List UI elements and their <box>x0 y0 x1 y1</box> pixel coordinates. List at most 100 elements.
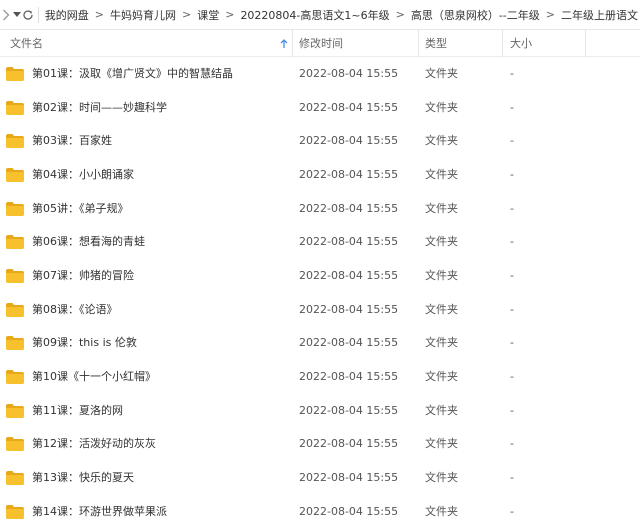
folder-icon <box>6 235 24 250</box>
folder-icon <box>6 268 24 283</box>
folder-icon <box>6 66 24 81</box>
file-row[interactable]: 第03课：百家姓 2022-08-04 15:55 文件夹 - <box>0 124 640 158</box>
column-header-size[interactable]: 大小 <box>510 30 532 57</box>
file-name[interactable]: 第07课：帅猪的冒险 <box>32 269 134 283</box>
caret-down-icon <box>13 11 22 17</box>
file-size: - <box>510 201 514 215</box>
file-row[interactable]: 第12课：活泼好动的灰灰 2022-08-04 15:55 文件夹 - <box>0 428 640 462</box>
file-row[interactable]: 第02课：时间——妙趣科学 2022-08-04 15:55 文件夹 - <box>0 91 640 125</box>
file-name[interactable]: 第02课：时间——妙趣科学 <box>32 101 167 115</box>
modified-time: 2022-08-04 15:55 <box>299 471 399 485</box>
file-row[interactable]: 第08课：《论语》 2022-08-04 15:55 文件夹 - <box>0 293 640 327</box>
file-type: 文件夹 <box>425 403 458 417</box>
folder-icon <box>6 504 24 519</box>
breadcrumb-chevron-icon: > <box>545 8 555 21</box>
refresh-icon <box>23 9 33 20</box>
breadcrumb-item[interactable]: 课堂 <box>195 7 221 23</box>
folder-icon <box>6 437 24 452</box>
folder-icon <box>6 471 24 486</box>
folder-icon <box>6 370 24 385</box>
file-name[interactable]: 第14课：环游世界做苹果派 <box>32 505 167 519</box>
file-type: 文件夹 <box>425 336 458 350</box>
breadcrumb-item[interactable]: 20220804-高思语文1~6年级 <box>238 7 391 23</box>
file-row[interactable]: 第13课：快乐的夏天 2022-08-04 15:55 文件夹 - <box>0 461 640 495</box>
file-size: - <box>510 370 514 384</box>
column-divider[interactable] <box>418 30 419 57</box>
file-size: - <box>510 134 514 148</box>
modified-time: 2022-08-04 15:55 <box>299 201 399 215</box>
file-type: 文件夹 <box>425 235 458 249</box>
file-type: 文件夹 <box>425 167 458 181</box>
file-size: - <box>510 268 514 282</box>
file-size: - <box>510 302 514 316</box>
modified-time: 2022-08-04 15:55 <box>299 504 399 518</box>
file-name[interactable]: 第13课：快乐的夏天 <box>32 471 134 485</box>
file-name[interactable]: 第06课：想看海的青蛙 <box>32 235 145 249</box>
file-name[interactable]: 第12课：活泼好动的灰灰 <box>32 437 156 451</box>
modified-time: 2022-08-04 15:55 <box>299 100 399 114</box>
file-name[interactable]: 第03课：百家姓 <box>32 134 112 148</box>
column-header-type[interactable]: 类型 <box>425 30 447 57</box>
file-size: - <box>510 167 514 181</box>
breadcrumb-item[interactable]: 牛妈妈育儿网 <box>108 7 178 23</box>
folder-icon <box>6 167 24 182</box>
forward-button[interactable] <box>0 0 13 29</box>
file-row[interactable]: 第01课：汲取《增广贤文》中的智慧结晶 2022-08-04 15:55 文件夹 - <box>0 57 640 91</box>
breadcrumb-item[interactable]: 我的网盘 <box>43 7 91 23</box>
file-size: - <box>510 437 514 451</box>
refresh-button[interactable] <box>22 0 35 29</box>
column-header-modified[interactable]: 修改时间 <box>299 30 343 57</box>
file-row[interactable]: 第11课：夏洛的网 2022-08-04 15:55 文件夹 - <box>0 394 640 428</box>
breadcrumb: 我的网盘 > 牛妈妈育儿网 > 课堂 >20220804-高思语文1~6年级 > 高思（思泉网… <box>43 7 640 23</box>
file-name[interactable]: 第11课：夏洛的网 <box>32 404 123 418</box>
file-row[interactable]: 第05讲：《弟子规》 2022-08-04 15:55 文件夹 - <box>0 192 640 226</box>
breadcrumb-chevron-icon: > <box>225 8 235 21</box>
modified-time: 2022-08-04 15:55 <box>299 268 399 282</box>
folder-icon <box>6 134 24 149</box>
folder-icon <box>6 336 24 351</box>
file-name[interactable]: 第09课：this is 伦敦 <box>32 336 137 350</box>
column-header-name[interactable]: 文件名 <box>10 30 43 57</box>
address-bar: 我的网盘 > 牛妈妈育儿网 > 课堂 >20220804-高思语文1~6年级 > 高思（思泉网… <box>0 0 640 30</box>
file-type: 文件夹 <box>425 437 458 451</box>
column-header: 文件名 修改时间 类型 大小 <box>0 30 640 57</box>
modified-time: 2022-08-04 15:55 <box>299 403 399 417</box>
folder-icon <box>6 201 24 216</box>
modified-time: 2022-08-04 15:55 <box>299 370 399 384</box>
chevron-right-icon <box>3 9 10 20</box>
file-row[interactable]: 第10课《十一个小红帽》 2022-08-04 15:55 文件夹 - <box>0 360 640 394</box>
file-type: 文件夹 <box>425 134 458 148</box>
history-dropdown-button[interactable] <box>13 0 22 29</box>
file-row[interactable]: 第07课：帅猪的冒险 2022-08-04 15:55 文件夹 - <box>0 259 640 293</box>
separator <box>38 6 39 23</box>
file-type: 文件夹 <box>425 201 458 215</box>
file-type: 文件夹 <box>425 66 458 80</box>
file-row[interactable]: 第09课：this is 伦敦 2022-08-04 15:55 文件夹 - <box>0 327 640 361</box>
file-name[interactable]: 第08课：《论语》 <box>32 303 118 317</box>
file-name[interactable]: 第05讲：《弟子规》 <box>32 202 129 216</box>
folder-icon <box>6 403 24 418</box>
file-name[interactable]: 第04课：小小朗诵家 <box>32 168 134 182</box>
file-row[interactable]: 第06课：想看海的青蛙 2022-08-04 15:55 文件夹 - <box>0 225 640 259</box>
file-type: 文件夹 <box>425 471 458 485</box>
modified-time: 2022-08-04 15:55 <box>299 66 399 80</box>
file-size: - <box>510 336 514 350</box>
modified-time: 2022-08-04 15:55 <box>299 167 399 181</box>
breadcrumb-chevron-icon: > <box>182 8 192 21</box>
modified-time: 2022-08-04 15:55 <box>299 235 399 249</box>
file-name[interactable]: 第01课：汲取《增广贤文》中的智慧结晶 <box>32 67 233 81</box>
file-size: - <box>510 66 514 80</box>
file-row[interactable]: 第14课：环游世界做苹果派 2022-08-04 15:55 文件夹 - <box>0 495 640 529</box>
column-divider[interactable] <box>502 30 503 57</box>
column-divider[interactable] <box>585 30 586 57</box>
file-name[interactable]: 第10课《十一个小红帽》 <box>32 370 156 384</box>
file-size: - <box>510 504 514 518</box>
file-size: - <box>510 403 514 417</box>
file-list: 第01课：汲取《增广贤文》中的智慧结晶 2022-08-04 15:55 文件夹 - 第… <box>0 57 640 529</box>
sort-ascending-icon <box>280 30 288 57</box>
file-row[interactable]: 第04课：小小朗诵家 2022-08-04 15:55 文件夹 - <box>0 158 640 192</box>
breadcrumb-item[interactable]: 高思（思泉网校）--二年级 <box>409 7 542 23</box>
breadcrumb-chevron-icon: > <box>395 8 405 21</box>
breadcrumb-item[interactable]: 二年级上册语文 <box>559 7 640 23</box>
column-divider[interactable] <box>292 30 293 57</box>
